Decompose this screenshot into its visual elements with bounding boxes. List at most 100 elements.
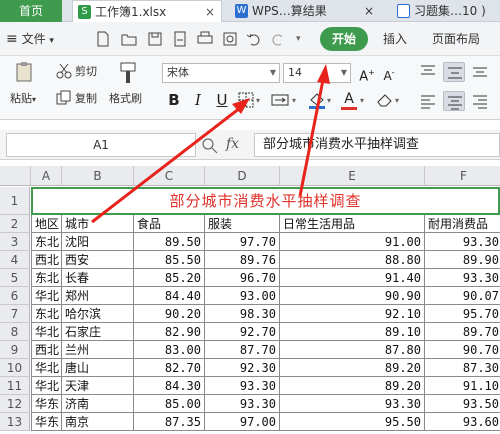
tab-close-icon[interactable]: ×	[205, 1, 215, 22]
open-folder-icon[interactable]	[121, 31, 137, 47]
table-cell[interactable]: 华北	[31, 377, 62, 395]
name-box[interactable]: A1	[6, 133, 196, 157]
column-header-e[interactable]: E	[280, 166, 425, 186]
header-cell[interactable]: 日常生活用品	[280, 215, 425, 233]
table-cell[interactable]: 89.10	[280, 323, 425, 341]
redo-icon[interactable]	[270, 31, 286, 47]
print-icon[interactable]	[197, 31, 213, 47]
column-header-b[interactable]: B	[62, 166, 134, 186]
align-middle-icon[interactable]	[443, 62, 465, 82]
tab-wps-document[interactable]: W WPS…算结果 ×	[230, 0, 380, 22]
table-cell[interactable]: 87.80	[280, 341, 425, 359]
row-header-12[interactable]: 12	[0, 395, 30, 413]
cut-button[interactable]: 剪切	[75, 65, 97, 79]
row-header-1[interactable]: 1	[0, 187, 30, 215]
table-cell[interactable]: 93.30	[205, 377, 280, 395]
tab-insert[interactable]: 插入	[383, 30, 407, 48]
header-cell[interactable]: 地区	[31, 215, 62, 233]
table-cell[interactable]: 石家庄	[62, 323, 134, 341]
fill-color-icon[interactable]	[308, 91, 326, 109]
table-cell[interactable]: 郑州	[62, 287, 134, 305]
row-header-4[interactable]: 4	[0, 251, 30, 269]
table-cell[interactable]: 92.30	[205, 359, 280, 377]
header-cell[interactable]: 服装	[205, 215, 280, 233]
table-cell[interactable]: 华东	[31, 413, 62, 431]
table-cell[interactable]: 95.70	[425, 305, 500, 323]
table-cell[interactable]: 85.20	[134, 269, 205, 287]
align-left-icon[interactable]	[419, 93, 437, 109]
table-cell[interactable]: 89.90	[425, 251, 500, 269]
table-cell[interactable]: 95.50	[280, 413, 425, 431]
table-cell[interactable]: 91.00	[280, 233, 425, 251]
header-cell[interactable]: 耐用消费品	[425, 215, 500, 233]
row-header-9[interactable]: 9	[0, 341, 30, 359]
table-cell[interactable]: 91.40	[280, 269, 425, 287]
table-cell[interactable]: 华北	[31, 359, 62, 377]
table-cell[interactable]: 88.80	[280, 251, 425, 269]
table-cell[interactable]: 91.10	[425, 377, 500, 395]
row-header-5[interactable]: 5	[0, 269, 30, 287]
export-pdf-icon[interactable]	[172, 31, 188, 47]
table-cell[interactable]: 东北	[31, 233, 62, 251]
table-cell[interactable]: 93.00	[205, 287, 280, 305]
table-cell[interactable]: 87.70	[205, 341, 280, 359]
align-bottom-icon[interactable]	[471, 64, 489, 80]
chevron-down-icon[interactable]: ▾	[395, 96, 399, 105]
row-header-6[interactable]: 6	[0, 287, 30, 305]
tab-close-icon[interactable]: ×	[364, 0, 374, 22]
table-cell[interactable]: 97.70	[205, 233, 280, 251]
table-cell[interactable]: 96.70	[205, 269, 280, 287]
underline-button[interactable]: U	[213, 90, 231, 110]
borders-icon[interactable]	[238, 92, 254, 108]
chevron-down-icon[interactable]: ▾	[360, 96, 364, 105]
insert-function-button[interactable]: fx	[226, 136, 239, 152]
scissors-icon[interactable]	[56, 63, 72, 79]
copy-icon[interactable]	[56, 90, 72, 106]
bold-button[interactable]: B	[165, 90, 183, 110]
table-cell[interactable]: 89.20	[280, 359, 425, 377]
table-cell[interactable]: 90.07	[425, 287, 500, 305]
table-cell[interactable]: 东北	[31, 305, 62, 323]
header-cell[interactable]: 食品	[134, 215, 205, 233]
table-cell[interactable]: 89.20	[280, 377, 425, 395]
chevron-down-icon[interactable]: ▾	[256, 96, 260, 105]
table-cell[interactable]: 华北	[31, 323, 62, 341]
row-header-13[interactable]: 13	[0, 413, 30, 431]
table-cell[interactable]: 85.50	[134, 251, 205, 269]
file-menu[interactable]: ≡ 文件 ▾	[6, 30, 54, 50]
font-color-button[interactable]: A	[340, 89, 358, 109]
table-cell[interactable]: 87.30	[425, 359, 500, 377]
paste-button[interactable]: 粘贴▾	[10, 92, 36, 107]
zoom-icon[interactable]	[202, 138, 218, 154]
table-cell[interactable]: 西北	[31, 341, 62, 359]
table-cell[interactable]: 华东	[31, 395, 62, 413]
row-header-7[interactable]: 7	[0, 305, 30, 323]
table-cell[interactable]: 西北	[31, 251, 62, 269]
new-file-icon[interactable]	[95, 31, 111, 47]
table-cell[interactable]: 东北	[31, 269, 62, 287]
table-cell[interactable]: 82.90	[134, 323, 205, 341]
chevron-down-icon[interactable]: ▾	[327, 96, 331, 105]
font-size-select[interactable]: 14 ▼	[283, 63, 351, 83]
align-top-icon[interactable]	[419, 64, 437, 80]
tab-workbook1[interactable]: S 工作簿1.xlsx ×	[72, 0, 222, 22]
column-header-f[interactable]: F	[425, 166, 500, 186]
table-cell[interactable]: 唐山	[62, 359, 134, 377]
table-cell[interactable]: 哈尔滨	[62, 305, 134, 323]
chevron-down-icon[interactable]: ▾	[292, 96, 296, 105]
formula-input[interactable]: 部分城市消费水平抽样调查	[254, 133, 500, 157]
italic-button[interactable]: I	[189, 90, 207, 110]
table-cell[interactable]: 济南	[62, 395, 134, 413]
row-header-3[interactable]: 3	[0, 233, 30, 251]
table-cell[interactable]: 90.90	[280, 287, 425, 305]
row-header-10[interactable]: 10	[0, 359, 30, 377]
table-cell[interactable]: 西安	[62, 251, 134, 269]
increase-font-size-icon[interactable]: A+	[358, 63, 376, 84]
merged-title-cell[interactable]: 部分城市消费水平抽样调查	[31, 187, 500, 215]
table-cell[interactable]: 84.30	[134, 377, 205, 395]
column-header-d[interactable]: D	[205, 166, 280, 186]
column-header-a[interactable]: A	[31, 166, 62, 186]
table-cell[interactable]: 93.30	[425, 269, 500, 287]
table-cell[interactable]: 90.70	[425, 341, 500, 359]
table-cell[interactable]: 长春	[62, 269, 134, 287]
